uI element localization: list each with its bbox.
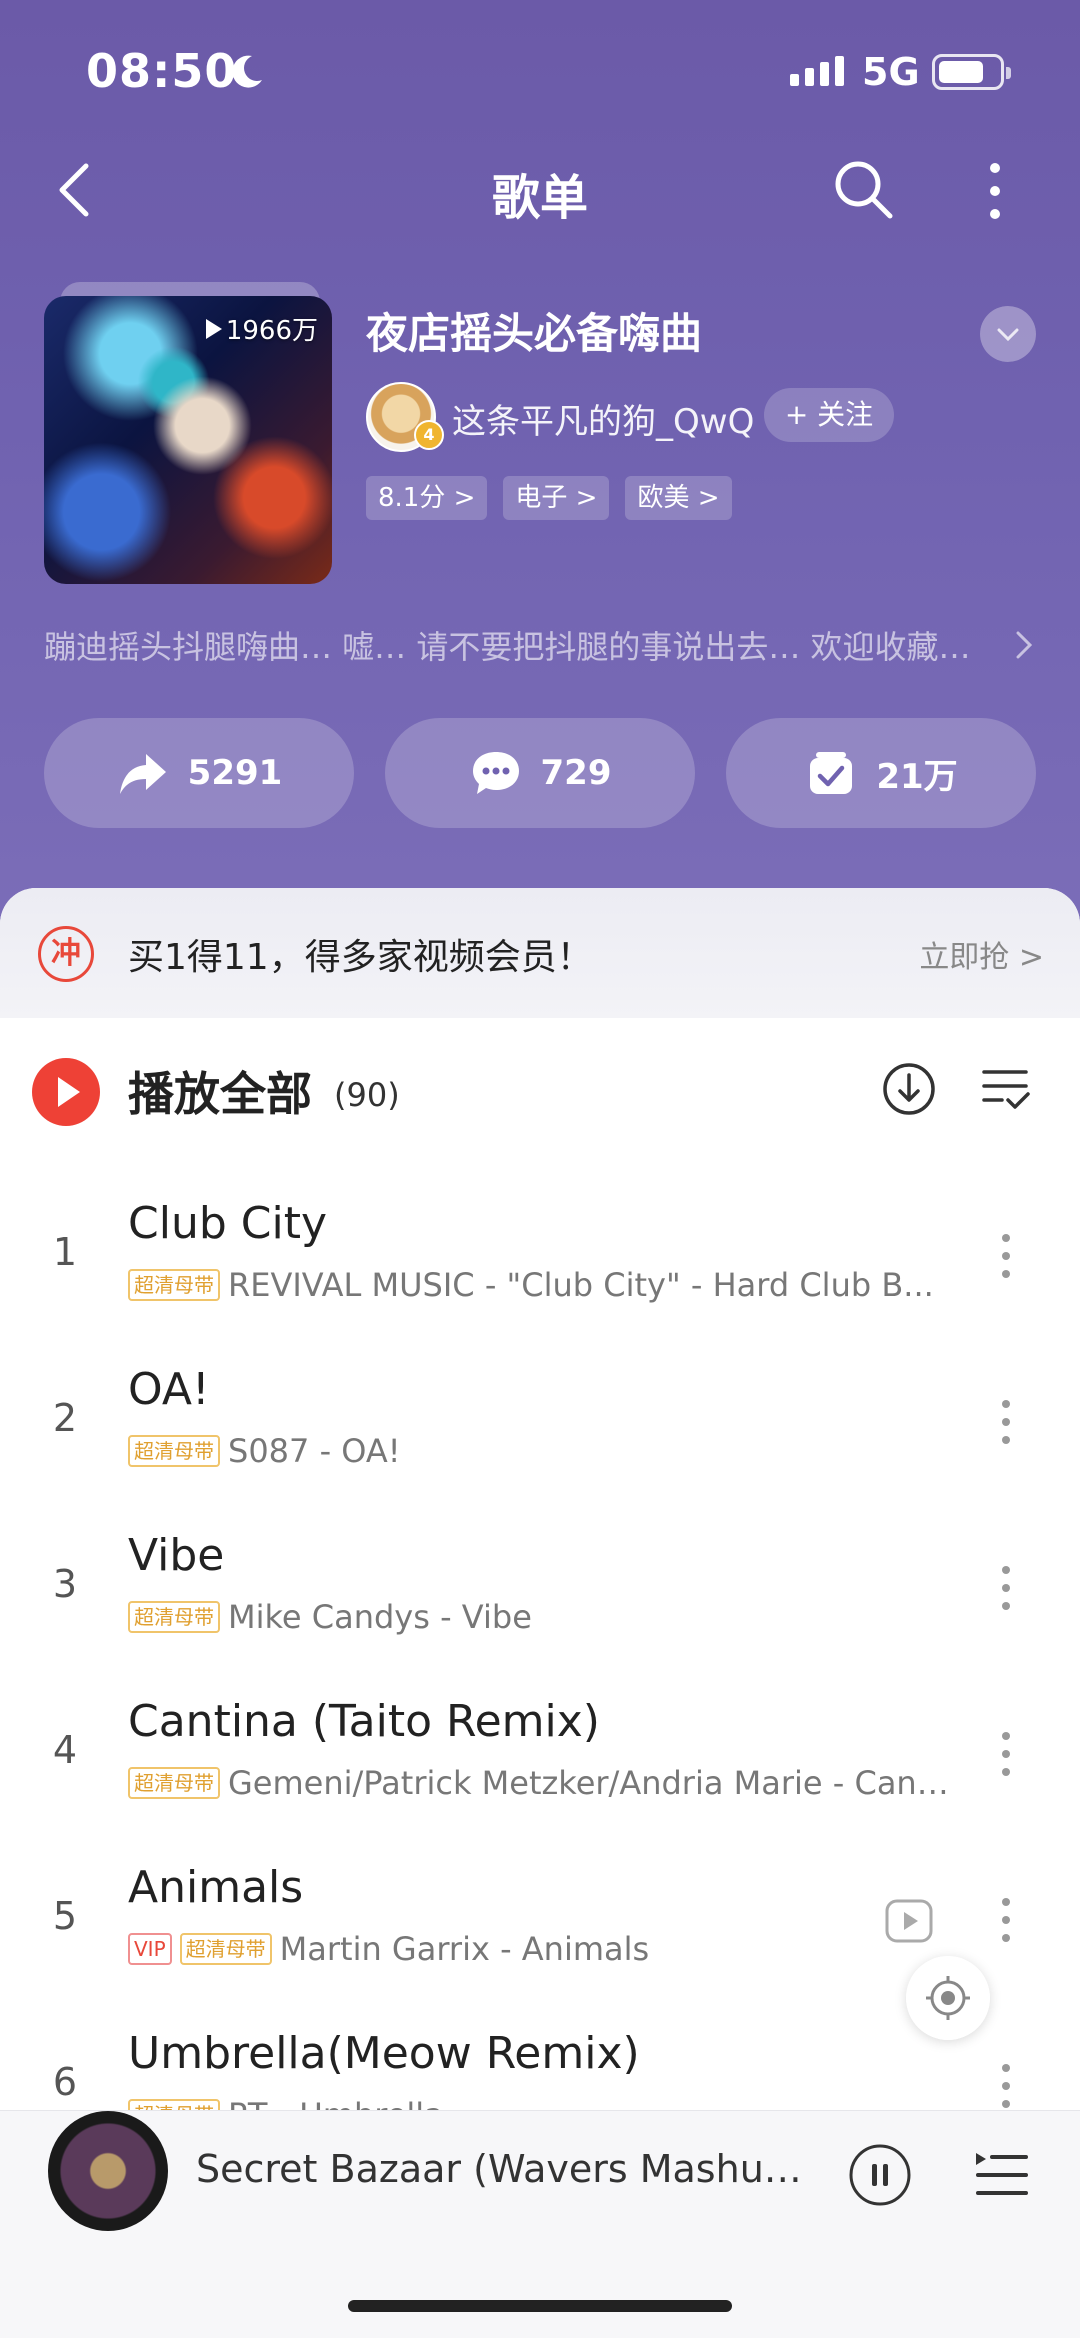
song-title: Animals	[128, 1862, 304, 1913]
hq-badge: 超清母带	[128, 1435, 220, 1467]
song-artist: Gemeni/Patrick Metzker/Andria Marie - Ca…	[228, 1764, 958, 1802]
comment-icon	[472, 752, 519, 794]
playlist-title: 夜店摇头必备嗨曲	[366, 309, 703, 358]
expand-icon[interactable]	[980, 306, 1036, 362]
song-meta: 超清母带 Gemeni/Patrick Metzker/Andria Marie…	[128, 1764, 958, 1802]
song-meta: 超清母带 REVIVAL MUSIC - "Club City" - Hard …	[128, 1266, 958, 1304]
play-all-button[interactable]: 播放全部	[128, 1058, 312, 1124]
playlist-tags: 8.1分 > 电子 > 欧美 >	[366, 476, 732, 520]
creator-level-badge: 4	[414, 420, 444, 450]
share-button[interactable]: 5291	[44, 718, 354, 828]
song-row[interactable]: 3 Vibe 超清母带 Mike Candys - Vibe	[0, 1510, 1080, 1676]
hq-badge: 超清母带	[179, 1933, 272, 1965]
tag-western[interactable]: 欧美 >	[625, 476, 732, 520]
song-row[interactable]: 1 Club City 超清母带 REVIVAL MUSIC - "Club C…	[0, 1178, 1080, 1344]
battery-icon	[932, 54, 1011, 90]
action-bar: 5291 729 21万	[44, 718, 1036, 828]
play-all-bar: 播放全部 (90)	[0, 1038, 1080, 1138]
song-more-icon[interactable]	[996, 1230, 1016, 1282]
promo-cta[interactable]: 立即抢 >	[919, 932, 1044, 976]
download-icon[interactable]	[880, 1060, 938, 1118]
collect-icon	[810, 752, 853, 794]
play-all-icon[interactable]	[32, 1058, 100, 1126]
home-indicator	[348, 2300, 732, 2312]
now-playing-disc[interactable]	[48, 2111, 168, 2231]
multi-select-icon[interactable]	[980, 1062, 1032, 1114]
more-icon[interactable]	[980, 156, 1010, 226]
song-more-icon[interactable]	[996, 1728, 1016, 1780]
comment-count: 729	[540, 753, 612, 793]
play-count: 1966万	[205, 310, 318, 347]
song-more-icon[interactable]	[996, 1562, 1016, 1614]
search-icon[interactable]	[830, 156, 896, 222]
pause-icon[interactable]	[848, 2143, 912, 2207]
video-icon[interactable]	[884, 1898, 934, 1944]
status-bar: 08:50 5G	[0, 0, 1080, 140]
song-number: 2	[52, 1396, 78, 1440]
promo-icon: 冲	[38, 926, 94, 982]
song-more-icon[interactable]	[996, 2060, 1016, 2112]
song-number: 1	[52, 1230, 78, 1274]
song-meta: VIP 超清母带 Martin Garrix - Animals	[128, 1930, 958, 1968]
play-count-icon	[205, 318, 222, 339]
tag-rating[interactable]: 8.1分 >	[366, 476, 488, 520]
share-count: 5291	[187, 753, 283, 793]
playlist-description[interactable]: 蹦迪摇头抖腿嗨曲… 嘘… 请不要把抖腿的事说出去… 欢迎收藏…	[44, 622, 1004, 668]
locate-current-icon[interactable]	[906, 1956, 990, 2040]
now-playing-title[interactable]: Secret Bazaar (Wavers Mashup)...	[196, 2147, 816, 2191]
hq-badge: 超清母带	[128, 1601, 220, 1633]
song-title: Vibe	[128, 1530, 225, 1581]
song-more-icon[interactable]	[996, 1894, 1016, 1946]
song-number: 6	[52, 2060, 78, 2104]
song-title: Cantina (Taito Remix)	[128, 1696, 600, 1747]
share-icon	[119, 754, 166, 794]
promo-text: 买1得11，得多家视频会员！	[128, 937, 593, 978]
song-row[interactable]: 2 OA! 超清母带 S087 - OA!	[0, 1344, 1080, 1510]
network-type: 5G	[862, 50, 920, 94]
collect-count: 21万	[876, 756, 958, 797]
song-artist: Martin Garrix - Animals	[279, 1930, 650, 1968]
song-number: 3	[52, 1562, 78, 1606]
playlist-header: 08:50 5G 歌单 1966万 夜店摇头必备嗨曲 4 这条平凡的狗_QwQ …	[0, 0, 1080, 930]
play-count-value: 1966万	[225, 316, 318, 346]
chevron-right-icon	[1016, 631, 1033, 659]
song-meta: 超清母带 Mike Candys - Vibe	[128, 1598, 958, 1636]
song-count: (90)	[334, 1076, 400, 1114]
playlist-icon[interactable]	[974, 2151, 1028, 2201]
song-artist: Mike Candys - Vibe	[228, 1598, 532, 1636]
creator-name[interactable]: 这条平凡的狗_QwQ	[452, 394, 754, 443]
signal-icon	[790, 56, 844, 86]
song-number: 5	[52, 1894, 78, 1938]
song-row[interactable]: 4 Cantina (Taito Remix) 超清母带 Gemeni/Patr…	[0, 1676, 1080, 1842]
song-artist: REVIVAL MUSIC - "Club City" - Hard Club …	[228, 1266, 934, 1304]
vip-badge: VIP	[128, 1933, 172, 1965]
promo-banner[interactable]: 冲 买1得11，得多家视频会员！ 立即抢 >	[0, 888, 1080, 1018]
song-meta: 超清母带 S087 - OA!	[128, 1432, 958, 1470]
song-more-icon[interactable]	[996, 1396, 1016, 1448]
song-title: OA!	[128, 1364, 210, 1415]
hq-badge: 超清母带	[128, 1767, 220, 1799]
song-number: 4	[52, 1728, 78, 1772]
tag-electronic[interactable]: 电子 >	[503, 476, 610, 520]
hq-badge: 超清母带	[128, 1269, 220, 1301]
song-artist: S087 - OA!	[228, 1432, 401, 1470]
playlist-cover[interactable]: 1966万	[44, 296, 332, 584]
comment-button[interactable]: 729	[385, 718, 695, 828]
status-time: 08:50	[86, 44, 238, 98]
moon-icon	[232, 55, 262, 88]
song-title: Club City	[128, 1198, 327, 1249]
nav-bar: 歌单	[0, 150, 1080, 230]
collect-button[interactable]: 21万	[726, 718, 1036, 828]
page-title: 歌单	[491, 170, 588, 226]
song-title: Umbrella(Meow Remix)	[128, 2028, 640, 2079]
follow-button[interactable]: + 关注	[764, 388, 894, 442]
